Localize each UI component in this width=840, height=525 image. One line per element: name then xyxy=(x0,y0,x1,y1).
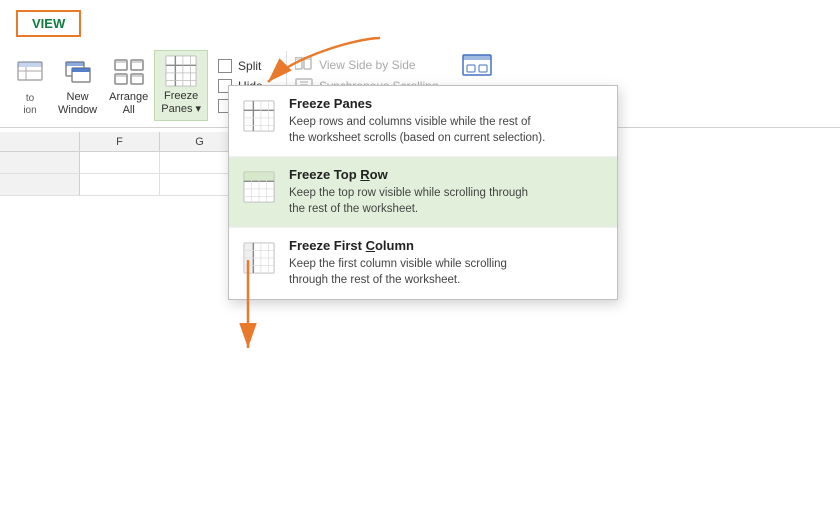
arrange-all-label: ArrangeAll xyxy=(109,91,148,117)
freeze-top-row-desc: Keep the top row visible while scrolling… xyxy=(289,185,605,217)
normal-icon xyxy=(14,58,46,90)
arrange-icon xyxy=(113,56,145,88)
freeze-top-row-menu-item[interactable]: Freeze Top Row Keep the top row visible … xyxy=(229,157,617,228)
switch-window-icon window-icon xyxy=(461,51,495,86)
normal-label: toion xyxy=(23,93,36,117)
view-side-by-side-label: View Side by Side xyxy=(319,58,416,72)
freeze-top-row-menu-text: Freeze Top Row Keep the top row visible … xyxy=(289,167,605,217)
view-side-by-side-button[interactable]: View Side by Side xyxy=(295,56,442,74)
split-checkbox xyxy=(218,59,232,73)
split-label: Split xyxy=(238,59,261,73)
freeze-panes-dropdown: Freeze Panes Keep rows and columns visib… xyxy=(228,85,618,300)
col-header-f: F xyxy=(80,132,160,152)
new-window-label: NewWindow xyxy=(58,91,97,117)
freeze-first-col-title: Freeze First Column xyxy=(289,238,605,253)
new-window-icon xyxy=(62,56,94,88)
freeze-panes-button[interactable]: FreezePanes ▾ xyxy=(154,50,208,121)
freeze-panes-menu-desc: Keep rows and columns visible while the … xyxy=(289,114,605,146)
freeze-top-row-icon xyxy=(241,169,277,205)
new-window-button[interactable]: NewWindow xyxy=(52,52,103,121)
side-by-side-icon xyxy=(295,56,313,74)
arrange-all-button[interactable]: ArrangeAll xyxy=(103,52,154,121)
view-tab[interactable]: VIEW xyxy=(16,10,81,37)
freeze-icon xyxy=(165,55,197,87)
freeze-first-column-menu-item[interactable]: Freeze First Column Keep the first colum… xyxy=(229,228,617,298)
freeze-panes-menu-item[interactable]: Freeze Panes Keep rows and columns visib… xyxy=(229,86,617,157)
freeze-first-column-menu-text: Freeze First Column Keep the first colum… xyxy=(289,238,605,288)
freeze-panes-menu-icon xyxy=(241,98,277,134)
normal-button[interactable]: toion xyxy=(8,54,52,121)
split-button[interactable]: Split xyxy=(214,57,280,75)
freeze-top-row-title: Freeze Top Row xyxy=(289,167,605,182)
freeze-panes-menu-text: Freeze Panes Keep rows and columns visib… xyxy=(289,96,605,146)
freeze-first-column-icon xyxy=(241,240,277,276)
freeze-first-col-desc: Keep the first column visible while scro… xyxy=(289,256,605,288)
freeze-panes-label: FreezePanes ▾ xyxy=(161,90,201,116)
freeze-panes-menu-title: Freeze Panes xyxy=(289,96,605,111)
